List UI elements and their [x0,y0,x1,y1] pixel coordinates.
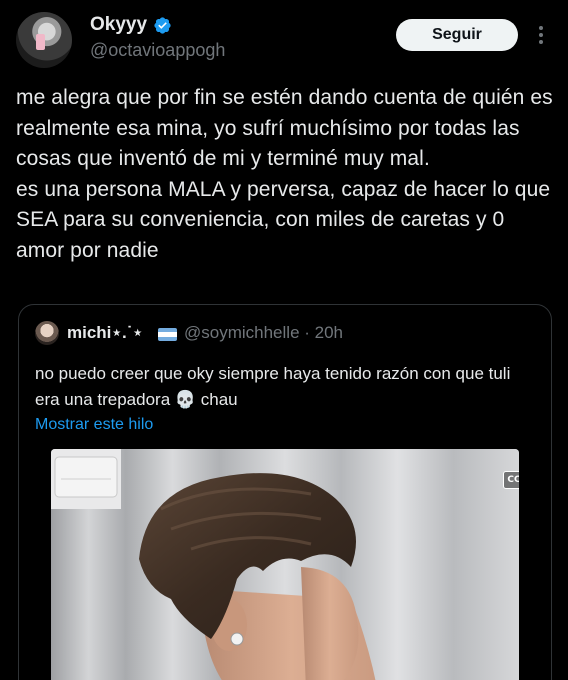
more-vertical-icon[interactable] [534,22,548,48]
quoted-tweet[interactable]: michi⋆.˙⋆ @soymichhelle · 20h no puedo c… [18,304,552,680]
author-avatar[interactable] [16,12,72,68]
quote-author-name[interactable]: michi⋆.˙⋆ [67,323,143,343]
quote-text: no puedo creer que oky siempre haya teni… [35,364,511,409]
quote-author-avatar[interactable] [35,321,59,345]
show-thread-link[interactable]: Mostrar este hilo [35,416,153,434]
quote-video-thumbnail[interactable]: CC [51,449,519,680]
tweet-text: me alegra que por fin se estén dando cue… [16,86,553,262]
quote-author-handle-time[interactable]: @soymichhelle · 20h [184,323,343,343]
video-frame-image [51,449,519,680]
follow-button[interactable]: Seguir [396,19,518,51]
verified-badge-icon [154,16,171,34]
closed-captions-icon[interactable]: CC [503,471,519,489]
argentina-flag-icon [158,328,177,341]
author-display-name[interactable]: Okyyy [90,14,147,36]
author-name-row: Okyyy [90,14,172,36]
avatar-phone-detail [36,34,45,50]
author-handle[interactable]: @octavioappogh [90,40,225,61]
